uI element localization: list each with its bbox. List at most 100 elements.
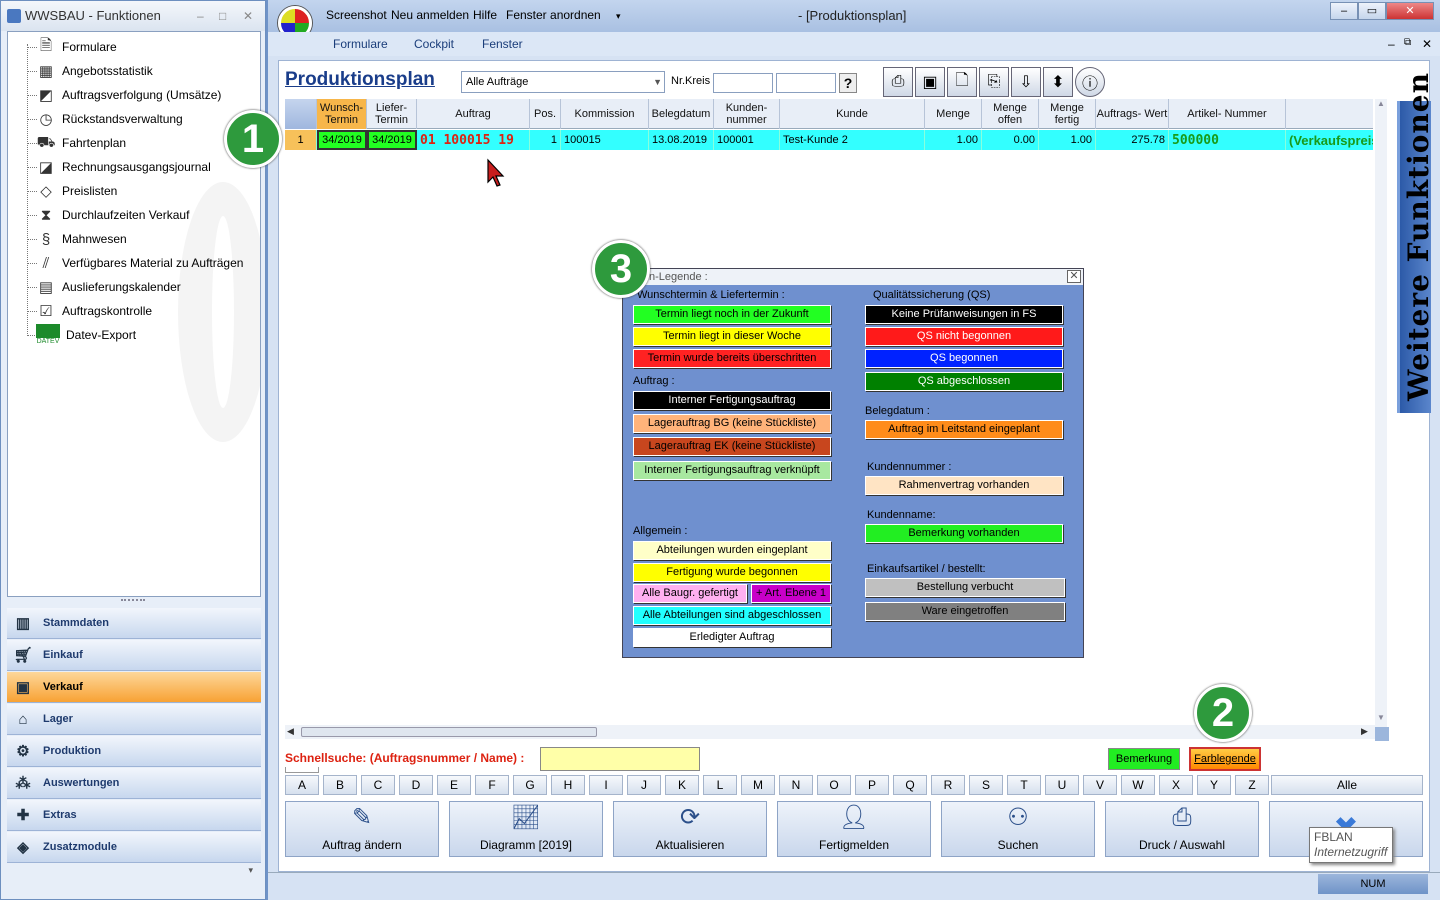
nav-extras[interactable]: ✚ Extras xyxy=(7,800,261,831)
nav-verkauf[interactable]: ▣ Verkauf xyxy=(7,672,261,703)
qa-hilfe[interactable]: Hilfe xyxy=(473,8,497,22)
nav-auswertungen[interactable]: ⁂ Auswertungen xyxy=(7,768,261,799)
diagramm-button[interactable]: 📈︎ Diagramm [2019] xyxy=(449,801,603,857)
letter-z[interactable]: Z xyxy=(1235,775,1269,795)
qa-neu-anmelden[interactable]: Neu anmelden xyxy=(391,8,469,22)
scroll-down-icon[interactable]: ▼ xyxy=(1377,713,1385,722)
letter-l[interactable]: L xyxy=(703,775,737,795)
printer-icon[interactable]: ⎙ xyxy=(883,67,913,97)
qa-dropdown-icon[interactable]: ▾ xyxy=(616,11,621,22)
col-kundennummer[interactable]: Kunden- nummer xyxy=(714,99,780,129)
letter-p[interactable]: P xyxy=(855,775,889,795)
menu-fenster[interactable]: Fenster xyxy=(482,37,523,51)
tree-item-fahrtenplan[interactable]: ⛟ Fahrtenplan xyxy=(36,132,126,154)
col-menge-offen[interactable]: Menge offen xyxy=(982,99,1039,129)
letter-s[interactable]: S xyxy=(969,775,1003,795)
info-doc-icon[interactable]: 🗋 xyxy=(947,67,977,97)
letter-e[interactable]: E xyxy=(437,775,471,795)
info-icon[interactable]: ⓘ xyxy=(1075,67,1105,97)
letter-h[interactable]: H xyxy=(551,775,585,795)
tree-item-rueckstandsverwaltung[interactable]: ◷ Rückstandsverwaltung xyxy=(36,108,182,130)
col-pos[interactable]: Pos. xyxy=(530,99,561,129)
main-close-button[interactable]: ✕ xyxy=(1386,2,1434,20)
letter-r[interactable]: R xyxy=(931,775,965,795)
bemerkung-button[interactable]: Bemerkung xyxy=(1108,748,1180,770)
close-button[interactable]: ✕ xyxy=(243,1,253,31)
letter-d[interactable]: D xyxy=(399,775,433,795)
qa-screenshot[interactable]: Screenshot xyxy=(326,8,387,22)
order-filter-select[interactable]: Alle Aufträge ▼ xyxy=(461,71,665,93)
col-wunschtermin[interactable]: Wunsch- Termin xyxy=(317,99,367,129)
mdi-minimize-button[interactable]: – xyxy=(1388,37,1395,51)
col-kommission[interactable]: Kommission xyxy=(561,99,649,129)
suchen-button[interactable]: ⚇ Suchen xyxy=(941,801,1095,857)
letter-k[interactable]: K xyxy=(665,775,699,795)
tree-item-formulare[interactable]: 🗎 Formulare xyxy=(36,36,117,58)
nav-einkauf[interactable]: 🛒︎ Einkauf xyxy=(7,640,261,671)
grid-corner[interactable] xyxy=(285,99,317,129)
letter-o[interactable]: O xyxy=(817,775,851,795)
maximize-button[interactable]: □ xyxy=(219,1,226,31)
quicksearch-input[interactable] xyxy=(540,747,700,771)
col-artikelnummer[interactable]: Artikel- Nummer xyxy=(1169,99,1286,129)
tree-item-auslieferungskalender[interactable]: ▤ Auslieferungskalender xyxy=(36,276,181,298)
quicksearch-toggle[interactable] xyxy=(285,767,319,773)
auftrag-aendern-button[interactable]: ✎ Auftrag ändern xyxy=(285,801,439,857)
weitere-funktionen-tab[interactable]: Weitere Funktionen xyxy=(1397,72,1435,413)
letter-n[interactable]: N xyxy=(779,775,813,795)
tree-item-auftragsverfolgung[interactable]: ◩ Auftragsverfolgung (Umsätze) xyxy=(36,84,222,106)
copy-icon[interactable]: ⎘ xyxy=(979,67,1009,97)
menu-cockpit[interactable]: Cockpit xyxy=(414,37,454,51)
col-auftrag[interactable]: Auftrag xyxy=(417,99,530,129)
mdi-close-button[interactable]: ✕ xyxy=(1422,37,1432,51)
scroll-right-icon[interactable]: ▶ xyxy=(1361,726,1368,737)
splitter-handle[interactable] xyxy=(121,599,145,601)
letter-y[interactable]: Y xyxy=(1197,775,1231,795)
druck-auswahl-button[interactable]: ⎙ Druck / Auswahl xyxy=(1105,801,1259,857)
letter-v[interactable]: V xyxy=(1083,775,1117,795)
letter-x[interactable]: X xyxy=(1159,775,1193,795)
tree-item-preislisten[interactable]: ◇ Preislisten xyxy=(36,180,117,202)
nav-lager[interactable]: ⌂ Lager xyxy=(7,704,261,735)
letter-t[interactable]: T xyxy=(1007,775,1041,795)
col-extra[interactable] xyxy=(1286,99,1373,129)
nav-zusatzmodule[interactable]: ◈ Zusatzmodule xyxy=(7,832,261,863)
aktualisieren-button[interactable]: ⟳ Aktualisieren xyxy=(613,801,767,857)
nrkreis-input-2[interactable] xyxy=(776,73,836,93)
letter-q[interactable]: Q xyxy=(893,775,927,795)
col-menge[interactable]: Menge xyxy=(925,99,982,129)
legend-close-button[interactable]: ✕ xyxy=(1067,270,1081,283)
col-liefertermin[interactable]: Liefer- Termin xyxy=(367,99,417,129)
letter-j[interactable]: J xyxy=(627,775,661,795)
tree-item-durchlaufzeiten[interactable]: ⧗ Durchlaufzeiten Verkauf xyxy=(36,204,190,226)
letter-u[interactable]: U xyxy=(1045,775,1079,795)
screen-icon[interactable]: ▣ xyxy=(915,67,945,97)
menu-formulare[interactable]: Formulare xyxy=(333,37,388,51)
tree-item-verfuegbares-material[interactable]: ⫽ Verfügbares Material zu Aufträgen xyxy=(36,252,244,274)
letter-alle[interactable]: Alle xyxy=(1271,775,1423,795)
nrkreis-input-1[interactable] xyxy=(713,73,773,93)
col-auftragswert[interactable]: Auftrags- Wert xyxy=(1096,99,1169,129)
expand-icon[interactable]: ⬍ xyxy=(1043,67,1073,97)
nav-stammdaten[interactable]: ▥ Stammdaten xyxy=(7,608,261,639)
table-row[interactable]: 1 34/2019 34/2019 01 100015 19 1 100015 … xyxy=(285,130,1373,150)
letter-a[interactable]: A xyxy=(285,775,319,795)
letter-g[interactable]: G xyxy=(513,775,547,795)
letter-w[interactable]: W xyxy=(1121,775,1155,795)
scroll-left-icon[interactable]: ◀ xyxy=(287,726,294,737)
nav-produktion[interactable]: ⚙︎ Produktion xyxy=(7,736,261,767)
vertical-scrollbar[interactable]: ▲ ▼ xyxy=(1375,99,1387,729)
scroll-thumb[interactable] xyxy=(301,727,597,737)
tree-item-rechnungsausgangsjournal[interactable]: ◪ Rechnungsausgangsjournal xyxy=(36,156,211,178)
help-button[interactable]: ? xyxy=(839,73,857,93)
tree-item-angebotsstatistik[interactable]: ▦ Angebotsstatistik xyxy=(36,60,153,82)
letter-i[interactable]: I xyxy=(589,775,623,795)
fertigmelden-button[interactable]: 👤︎ Fertigmelden xyxy=(777,801,931,857)
farblegende-button[interactable]: Farblegende xyxy=(1189,747,1261,771)
letter-b[interactable]: B xyxy=(323,775,357,795)
letter-m[interactable]: M xyxy=(741,775,775,795)
tree-item-mahnwesen[interactable]: § Mahnwesen xyxy=(36,228,127,250)
tree-item-datev-export[interactable]: DATEV Datev-Export xyxy=(36,324,136,346)
col-kunde[interactable]: Kunde xyxy=(780,99,925,129)
letter-f[interactable]: F xyxy=(475,775,509,795)
